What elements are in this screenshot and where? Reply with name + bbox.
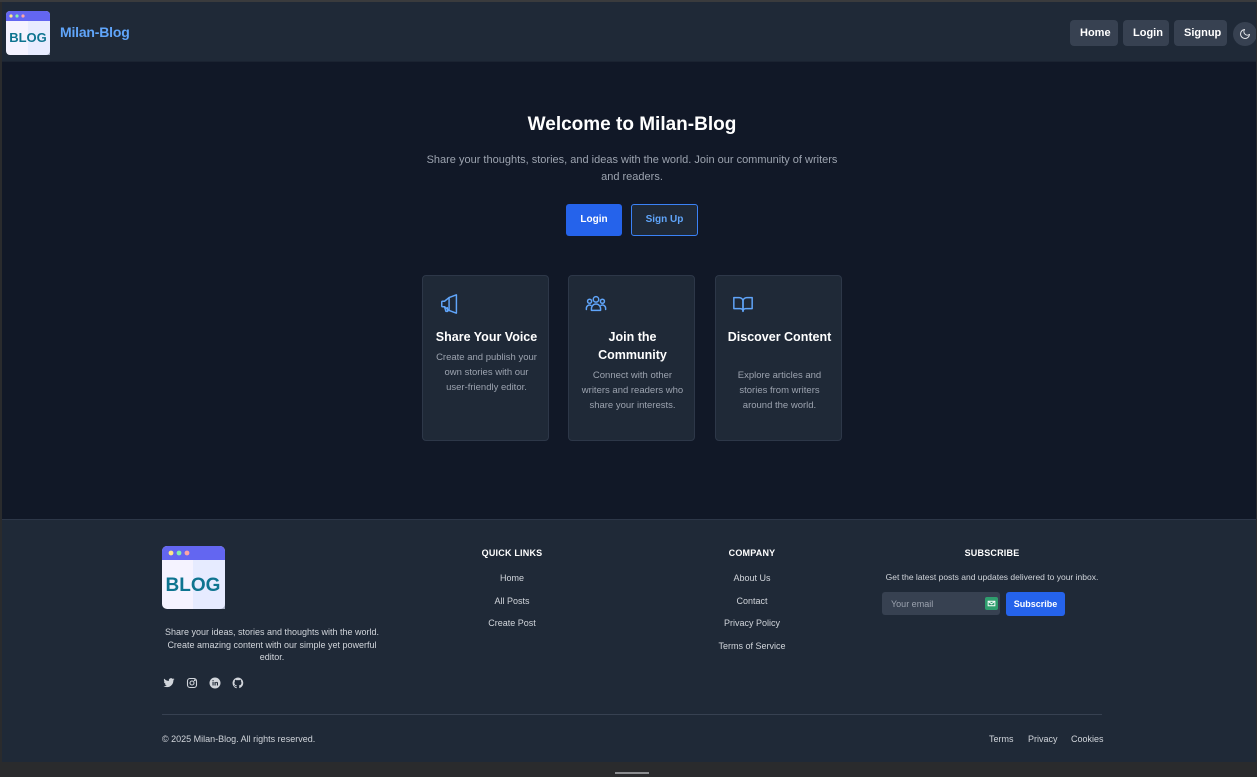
nav-home-button[interactable]: Home xyxy=(1070,20,1118,46)
quick-links-title: QUICK LINKS xyxy=(481,548,543,558)
hero-subtitle: Share your thoughts, stories, and ideas … xyxy=(426,154,838,183)
legal-link-privacy[interactable]: Privacy xyxy=(1028,734,1058,744)
footer-link-contact[interactable]: Contact xyxy=(702,596,802,606)
hero-signup-button[interactable]: Sign Up xyxy=(631,204,698,236)
copyright-text: © 2025 Milan-Blog. All rights reserved. xyxy=(162,734,316,744)
linkedin-icon[interactable] xyxy=(208,676,221,689)
page: BLOG Milan-Blog Home Login Signup Welcom… xyxy=(2,2,1256,762)
footer-link-home[interactable]: Home xyxy=(462,573,562,583)
footer: BLOG Share your ideas, stories and thoug… xyxy=(2,519,1256,762)
social-links xyxy=(162,676,244,689)
brand-name[interactable]: Milan-Blog xyxy=(60,24,130,40)
book-icon xyxy=(733,296,753,313)
feature-title: Join the Community xyxy=(598,330,667,362)
users-icon xyxy=(585,295,607,312)
email-autofill-icon[interactable] xyxy=(985,597,998,610)
legal-link-terms[interactable]: Terms xyxy=(989,734,1014,744)
footer-divider xyxy=(162,714,1102,715)
footer-link-terms-of-service[interactable]: Terms of Service xyxy=(702,641,802,651)
navbar: BLOG Milan-Blog Home Login Signup xyxy=(2,2,1256,62)
hero-login-button[interactable]: Login xyxy=(566,204,622,236)
feature-card-share: Share Your Voice Create and publish your… xyxy=(422,275,549,441)
github-icon[interactable] xyxy=(231,676,244,689)
footer-link-all-posts[interactable]: All Posts xyxy=(462,596,562,606)
company-title: COMPANY xyxy=(728,548,776,558)
feature-description: Connect with other writers and readers w… xyxy=(581,370,684,411)
feature-title: Discover Content xyxy=(727,330,832,344)
feature-card-community: Join the Community Connect with other wr… xyxy=(568,275,695,441)
twitter-icon[interactable] xyxy=(162,676,175,689)
footer-description: Share your ideas, stories and thoughts w… xyxy=(164,627,380,662)
feature-title: Share Your Voice xyxy=(435,330,538,344)
feature-description: Explore articles and stories from writer… xyxy=(737,370,822,411)
window-bottom-bar xyxy=(0,762,1257,777)
nav-signup-button[interactable]: Signup xyxy=(1174,20,1227,46)
subscribe-text: Get the latest posts and updates deliver… xyxy=(885,572,1099,582)
blog-logo-icon[interactable]: BLOG xyxy=(6,11,50,55)
email-input[interactable] xyxy=(882,592,982,615)
footer-link-create-post[interactable]: Create Post xyxy=(462,618,562,628)
subscribe-button[interactable]: Subscribe xyxy=(1006,592,1065,616)
legal-link-cookies[interactable]: Cookies xyxy=(1071,734,1104,744)
footer-logo-text: BLOG xyxy=(166,575,221,596)
instagram-icon[interactable] xyxy=(185,676,198,689)
moon-icon xyxy=(1240,29,1250,39)
resize-handle[interactable] xyxy=(615,772,649,774)
nav-login-button[interactable]: Login xyxy=(1123,20,1169,46)
email-field-wrapper xyxy=(882,592,1000,615)
feature-card-discover: Discover Content Explore articles and st… xyxy=(715,275,842,441)
theme-toggle-button[interactable] xyxy=(1233,22,1256,46)
hero-title: Welcome to Milan-Blog xyxy=(527,114,737,135)
footer-link-about[interactable]: About Us xyxy=(702,573,802,583)
megaphone-icon xyxy=(441,294,458,314)
subscribe-title: SUBSCRIBE xyxy=(964,548,1020,558)
footer-logo-icon[interactable]: BLOG xyxy=(162,546,225,609)
feature-description: Create and publish your own stories with… xyxy=(436,352,537,393)
logo-text: BLOG xyxy=(9,30,47,45)
footer-link-privacy-policy[interactable]: Privacy Policy xyxy=(702,618,802,628)
